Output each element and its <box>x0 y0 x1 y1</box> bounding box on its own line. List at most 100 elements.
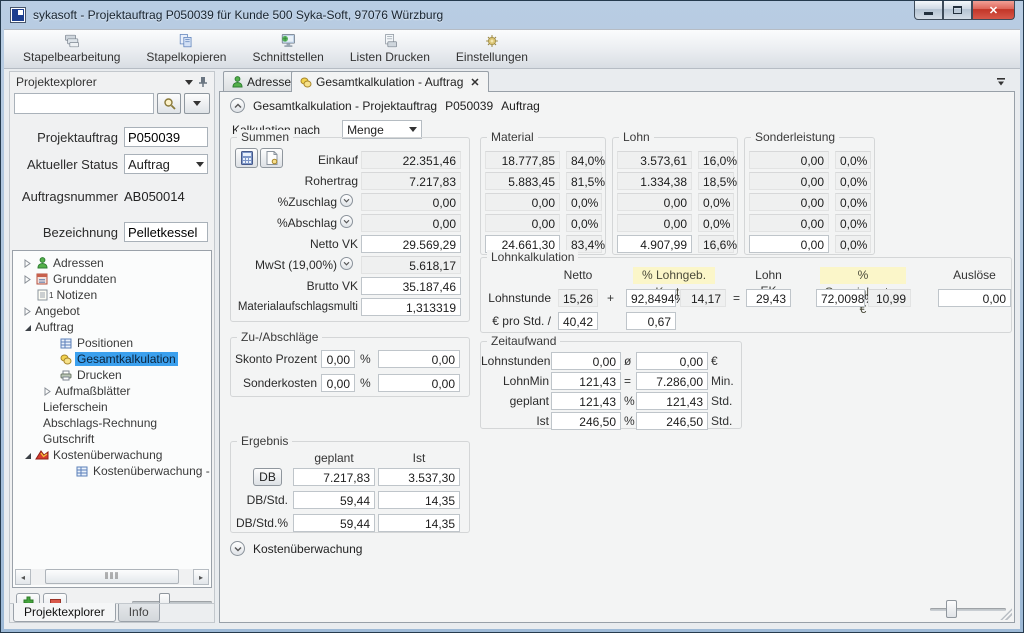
resize-grip[interactable] <box>1000 608 1012 620</box>
toolbar-button-listen-drucken[interactable]: Listen Drucken <box>337 30 443 68</box>
expander-collapsed-icon[interactable] <box>21 273 33 285</box>
scrollbar-thumb[interactable]: ⦀⦀⦀ <box>45 569 179 584</box>
tree-item-notizen[interactable]: 1 Notizen <box>13 287 211 303</box>
db-ist-field[interactable]: 3.537,30 <box>378 468 460 486</box>
ist-field-2[interactable]: 246,50 <box>636 412 708 430</box>
scroll-left-icon[interactable]: ◂ <box>15 569 31 585</box>
tree-item-gesamtkalkulation[interactable]: Gesamtkalkulation <box>13 351 211 367</box>
status-select[interactable]: Auftrag <box>124 154 208 174</box>
search-input[interactable] <box>14 93 154 114</box>
lohnmin-field-1[interactable]: 121,43 <box>551 372 621 390</box>
collapse-section-button[interactable] <box>230 98 245 113</box>
monitor-network-icon <box>277 33 299 49</box>
materialaufschlagsmulti-field[interactable]: 1,313319 <box>361 298 461 316</box>
lohngeb-pct-field[interactable]: 92,8494% <box>626 289 676 307</box>
lohn-ek-field[interactable]: 29,43 <box>746 289 791 307</box>
sonder-pct: 0,0% <box>835 235 871 253</box>
euro-pro-std-field[interactable]: 40,42 <box>558 312 598 330</box>
expander-expanded-icon[interactable] <box>21 321 33 333</box>
db-std-pct-ist-field[interactable]: 14,35 <box>378 514 460 532</box>
geplant-field-1[interactable]: 121,43 <box>551 392 621 410</box>
close-button[interactable]: ✕ <box>972 1 1015 20</box>
abschlag-field: 0,00 <box>361 214 461 232</box>
db-std-geplant-field[interactable]: 59,44 <box>293 491 375 509</box>
lohnmin-field-2[interactable]: 7.286,00 <box>636 372 708 390</box>
tree-item-kostenueberwachung[interactable]: Kostenüberwachung <box>13 447 211 463</box>
expander-collapsed-icon[interactable] <box>21 257 33 269</box>
mwst-dropdown-button[interactable] <box>340 257 353 270</box>
tree-item-drucken[interactable]: Drucken <box>13 367 211 383</box>
group-title: Lohn <box>619 130 654 144</box>
ist-field-1[interactable]: 246,50 <box>551 412 621 430</box>
expander-collapsed-icon[interactable] <box>41 385 53 397</box>
chevron-down-icon <box>996 78 1006 87</box>
bezeichnung-field[interactable] <box>124 222 208 242</box>
tree-item-lieferschein[interactable]: Lieferschein <box>13 399 211 415</box>
tree-item-gutschrift[interactable]: Gutschrift <box>13 431 211 447</box>
material-value: 0,00 <box>485 214 560 232</box>
tree-item-adressen[interactable]: Adressen <box>13 255 211 271</box>
sonderkosten-value-field[interactable]: 0,00 <box>378 374 460 392</box>
tree-item-positionen[interactable]: Positionen <box>13 335 211 351</box>
tree-item-auftrag[interactable]: Auftrag <box>13 319 211 335</box>
app-icon <box>11 8 25 22</box>
search-button[interactable] <box>157 93 181 114</box>
lohn-pct: 0,0% <box>698 193 734 211</box>
panel-zoom-slider[interactable] <box>930 608 1006 611</box>
tree-item-aufmassblaetter[interactable]: Aufmaßblätter <box>13 383 211 399</box>
search-options-button[interactable] <box>184 93 210 114</box>
tree-item-grunddaten[interactable]: Grunddaten <box>13 271 211 287</box>
abschlag-dropdown-button[interactable] <box>340 215 353 228</box>
toolbar-button-stapelbearbeitung[interactable]: Stapelbearbeitung <box>10 30 133 68</box>
projektauftrag-field[interactable] <box>124 127 208 147</box>
tree-item-abschlags-rechnung[interactable]: Abschlags-Rechnung <box>13 415 211 431</box>
lohn-pct: 0,0% <box>698 214 734 232</box>
skonto-value-field[interactable]: 0,00 <box>378 350 460 368</box>
table-icon <box>59 337 73 350</box>
db-std-ist-field[interactable]: 14,35 <box>378 491 460 509</box>
tab-info[interactable]: Info <box>118 604 160 622</box>
col-gemeinkosten: % Gemeinkosten € <box>820 267 906 284</box>
euro-pro-min-field[interactable]: 0,67 <box>626 312 676 330</box>
zuschlag-dropdown-button[interactable] <box>340 194 353 207</box>
einkauf-field: 22.351,46 <box>361 151 461 169</box>
db-button[interactable]: DB <box>253 468 282 486</box>
sonder-netto-field[interactable]: 0,00 <box>749 235 829 253</box>
kostenueberwachung-section[interactable]: Kostenüberwachung <box>230 541 362 556</box>
tab-projektexplorer[interactable]: Projektexplorer <box>13 603 116 622</box>
lohn-netto-field[interactable]: 4.907,99 <box>617 235 692 253</box>
skonto-pct-field[interactable]: 0,00 <box>321 350 355 368</box>
pin-button[interactable] <box>196 75 210 89</box>
tab-gesamtkalkulation-auftrag[interactable]: Gesamtkalkulation - Auftrag ✕ <box>291 71 489 92</box>
db-geplant-field[interactable]: 7.217,83 <box>293 468 375 486</box>
toolbar-button-einstellungen[interactable]: Einstellungen <box>443 30 541 68</box>
toolbar-button-stapelkopieren[interactable]: Stapelkopieren <box>133 30 239 68</box>
lohnstunden-field-2[interactable]: 0,00 <box>636 352 708 370</box>
slider-thumb[interactable] <box>946 600 957 618</box>
minimize-button[interactable] <box>914 1 943 20</box>
pin-icon <box>197 76 209 88</box>
tree-horizontal-scrollbar[interactable]: ◂ ⦀⦀⦀ ▸ <box>15 569 209 585</box>
content-area: Projektexplorer Projektauftrag Aktueller… <box>4 69 1020 629</box>
tree-item-kostenueberwachung-buchung[interactable]: Kostenüberwachung - Buchung <box>13 463 211 479</box>
projektauftrag-label: Projektauftrag <box>10 130 118 145</box>
netto-vk-field[interactable]: 29.569,29 <box>361 235 461 253</box>
sonderkosten-pct-field[interactable]: 0,00 <box>321 374 355 392</box>
ausloese-field[interactable]: 0,00 <box>938 289 1011 307</box>
expander-collapsed-icon[interactable] <box>21 305 33 317</box>
brutto-vk-field[interactable]: 35.187,46 <box>361 277 461 295</box>
tab-close-icon[interactable]: ✕ <box>470 76 479 89</box>
db-std-pct-geplant-field[interactable]: 59,44 <box>293 514 375 532</box>
scroll-right-icon[interactable]: ▸ <box>193 569 209 585</box>
tree-item-angebot[interactable]: Angebot <box>13 303 211 319</box>
lohnstunden-field-1[interactable]: 0,00 <box>551 352 621 370</box>
expand-section-button[interactable] <box>230 541 245 556</box>
panel-menu-button[interactable] <box>182 75 196 89</box>
geplant-field-2[interactable]: 121,43 <box>636 392 708 410</box>
maximize-button[interactable] <box>943 1 972 20</box>
tab-list-button[interactable] <box>993 75 1009 89</box>
expander-expanded-icon[interactable] <box>21 449 33 461</box>
title-bar[interactable]: sykasoft - Projektauftrag P050039 für Ku… <box>1 1 1023 29</box>
gemeinkosten-pct-field[interactable]: 72,0098% <box>816 289 865 307</box>
toolbar-button-schnittstellen[interactable]: Schnittstellen <box>239 30 336 68</box>
